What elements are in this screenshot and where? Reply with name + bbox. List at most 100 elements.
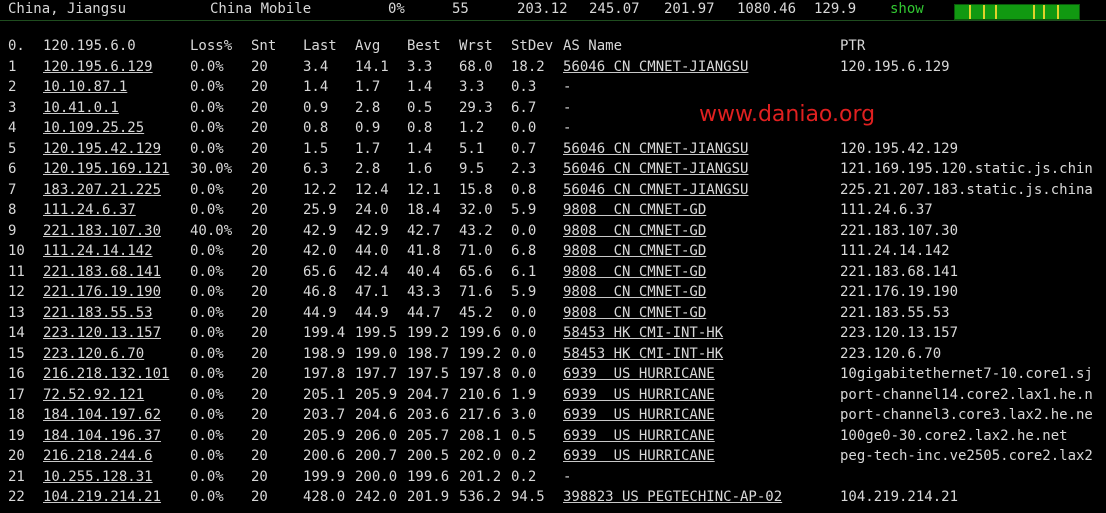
hop-wrst: 1.2 [459,120,485,136]
hop-wrst: 210.6 [459,386,502,403]
hop-snt: 20 [251,448,268,464]
hop-as-link[interactable]: 58453 HK CMI-INT-HK [563,344,723,364]
header-loss: Loss% [190,38,233,54]
hop-host-link[interactable]: 221.183.68.141 [43,262,161,282]
hop-number: 3 [8,99,17,116]
table-row: 21 10.255.128.31 0.0% 20 199.9 200.0 199.6 201.… [0,467,1106,488]
hop-last: 0.8 [303,120,329,136]
hop-host-link[interactable]: 120.195.6.129 [43,57,153,77]
hop-as-link[interactable]: 398823 US PEGTECHINC-AP-02 [563,487,782,507]
hop-host-link[interactable]: 10.109.25.25 [43,118,144,138]
summary-stdev: 129.9 [814,1,857,17]
hop-host-link[interactable]: 184.104.197.62 [43,405,161,425]
hop-host-link[interactable]: 184.104.196.37 [43,426,161,446]
hop-as-link[interactable]: 9808 CN CMNET-GD [563,221,706,241]
hop-snt: 20 [251,407,268,423]
hop-wrst: 43.2 [459,222,493,239]
table-row: 11 221.183.68.141 0.0% 20 65.6 42.4 40.4 65.6 6.… [0,262,1106,283]
table-row: 5 120.195.42.129 0.0% 20 1.5 1.7 1.4 5.1 0.7 5604… [0,139,1106,160]
hop-wrst: 32.0 [459,202,493,218]
hop-best: 198.7 [407,345,450,362]
hop-host-link[interactable]: 216.218.244.6 [43,446,153,466]
summary-avg: 245.07 [589,1,640,17]
hop-loss: 0.0% [190,202,224,218]
hop-loss: 0.0% [190,284,224,300]
hop-loss: 0.0% [190,58,224,75]
hop-host-link[interactable]: 111.24.6.37 [43,200,136,220]
hop-host-link[interactable]: 10.255.128.31 [43,467,153,487]
hop-best: 199.6 [407,468,450,485]
hop-as-link[interactable]: 9808 CN CMNET-GD [563,200,706,220]
hop-last: 1.5 [303,140,329,157]
hop-avg: 1.7 [355,79,381,95]
hop-stdev: 0.5 [511,427,537,444]
hop-as-link[interactable]: 56046 CN CMNET-JIANGSU [563,139,748,159]
hop-as-link[interactable]: 56046 CN CMNET-JIANGSU [563,159,748,179]
hop-ptr: 223.120.6.70 [840,345,942,362]
hop-best: 0.8 [407,120,433,136]
hop-as-link[interactable]: 6939 US HURRICANE [563,405,715,425]
hop-as-link[interactable]: 9808 CN CMNET-GD [563,282,706,302]
hop-host-link[interactable]: 216.218.132.101 [43,364,169,384]
hop-ptr: 223.120.13.157 [840,325,959,341]
hop-snt: 20 [251,427,268,444]
hop-host-link[interactable]: 111.24.14.142 [43,241,153,261]
hop-stdev: 0.3 [511,79,537,95]
watermark: www.daniao.org [699,102,876,127]
hop-loss: 0.0% [190,386,224,403]
hop-as-link[interactable]: 6939 US HURRICANE [563,364,715,384]
hop-avg: 42.4 [355,263,389,280]
hop-as-link[interactable]: 9808 CN CMNET-GD [563,303,706,323]
hop-stdev: 0.0 [511,304,537,321]
hop-as-link: - [563,468,572,485]
hop-host-link[interactable]: 221.183.55.53 [43,303,153,323]
hop-as-link[interactable]: 58453 HK CMI-INT-HK [563,323,723,343]
hop-host-link[interactable]: 221.183.107.30 [43,221,161,241]
hop-as-link[interactable]: 56046 CN CMNET-JIANGSU [563,57,748,77]
header-last: Last [303,38,337,54]
hop-as-link[interactable]: 6939 US HURRICANE [563,426,715,446]
hop-loss: 0.0% [190,468,224,485]
hop-as-link[interactable]: 9808 CN CMNET-GD [563,241,706,261]
hop-host-link[interactable]: 120.195.42.129 [43,139,161,159]
hop-host-link[interactable]: 10.41.0.1 [43,98,119,118]
hop-host-link[interactable]: 221.176.19.190 [43,282,161,302]
hop-best: 18.4 [407,202,441,218]
hop-host-link[interactable]: 223.120.13.157 [43,323,161,343]
hop-wrst: 201.2 [459,468,502,485]
hop-host-link[interactable]: 183.207.21.225 [43,180,161,200]
hop-as-link[interactable]: 9808 CN CMNET-GD [563,262,706,282]
hop-host-link[interactable]: 72.52.92.121 [43,385,144,405]
hop-avg: 1.7 [355,140,381,157]
hop-wrst: 29.3 [459,99,493,116]
hop-number: 16 [8,366,25,382]
hop-snt: 20 [251,181,268,198]
hop-stdev: 6.8 [511,243,537,259]
hop-number: 19 [8,427,25,444]
sparkline-tick [1057,5,1059,19]
hop-host-link[interactable]: 104.219.214.21 [43,487,161,507]
hop-best: 41.8 [407,243,441,259]
hop-last: 6.3 [303,161,329,177]
hop-last: 1.4 [303,79,329,95]
table-row: 19 184.104.196.37 0.0% 20 205.9 206.0 205.7 208… [0,426,1106,447]
hop-host-link[interactable]: 223.120.6.70 [43,344,144,364]
table-row: 9 221.183.107.30 40.0% 20 42.9 42.9 42.7 43.2 0.… [0,221,1106,242]
hop-as-link[interactable]: 6939 US HURRICANE [563,446,715,466]
hop-loss: 0.0% [190,79,224,95]
show-link[interactable]: show [890,0,924,18]
summary-best: 201.97 [664,1,715,17]
hop-number: 21 [8,468,25,485]
hop-last: 197.8 [303,366,346,382]
hop-host-link[interactable]: 10.10.87.1 [43,77,127,97]
hop-loss: 0.0% [190,304,224,321]
hop-best: 42.7 [407,222,441,239]
table-row: 14 223.120.13.157 0.0% 20 199.4 199.5 199.2 199… [0,323,1106,344]
hop-last: 46.8 [303,284,337,300]
hop-stdev: 0.2 [511,468,537,485]
hop-snt: 20 [251,263,268,280]
hop-as-link[interactable]: 56046 CN CMNET-JIANGSU [563,180,748,200]
hop-host-link[interactable]: 120.195.169.121 [43,159,169,179]
hop-as-link[interactable]: 6939 US HURRICANE [563,385,715,405]
hop-best: 199.2 [407,325,450,341]
